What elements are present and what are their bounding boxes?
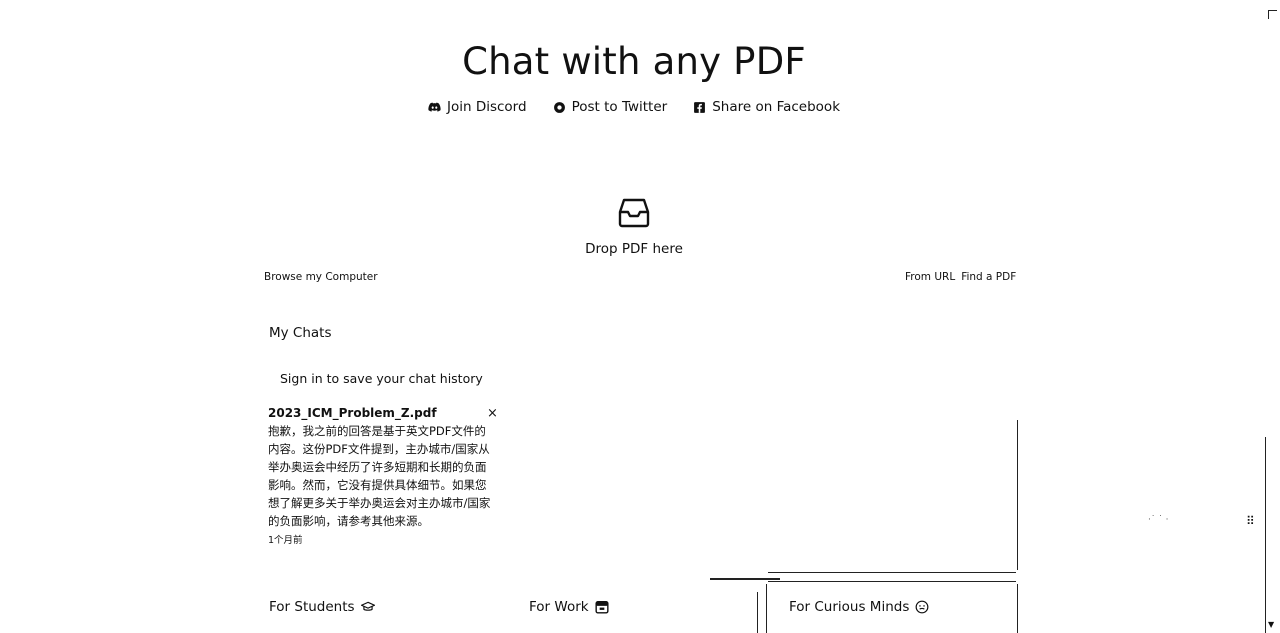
panel-border (766, 584, 767, 633)
chat-timestamp: 1个月前 (268, 535, 303, 546)
find-pdf-link[interactable]: Find a PDF (961, 271, 1016, 283)
category-label: For Work (529, 599, 589, 615)
category-for-work[interactable]: For Work (529, 599, 609, 615)
panel-border (1017, 584, 1018, 633)
category-label: For Students (269, 599, 355, 615)
join-discord-label: Join Discord (446, 99, 527, 115)
post-to-twitter-link[interactable]: Post to Twitter (553, 99, 668, 115)
browse-computer-link[interactable]: Browse my Computer (264, 271, 378, 283)
scroll-down-arrow[interactable]: ▼ (1268, 620, 1274, 629)
pdf-drop-zone[interactable]: Drop PDF here (0, 196, 1268, 257)
divider (710, 578, 780, 580)
url-links: From URL Find a PDF (905, 271, 1016, 283)
twitter-icon (553, 101, 565, 113)
page: Chat with any PDF Join Discord Post to T… (0, 0, 1280, 633)
social-links: Join Discord Post to Twitter Share on Fa… (0, 99, 1268, 115)
panel-border (768, 581, 1016, 582)
faint-marks: ·˙ ˙ · (1148, 515, 1169, 525)
join-discord-link[interactable]: Join Discord (428, 99, 527, 115)
chat-history-item[interactable]: 2023_ICM_Problem_Z.pdf × 抱歉，我之前的回答是基于英文P… (268, 406, 498, 546)
graduation-cap-icon (360, 601, 375, 611)
drag-handle-icon[interactable]: ⠿ (1246, 514, 1255, 528)
panel-border (757, 592, 758, 633)
category-for-curious-minds[interactable]: For Curious Minds (789, 599, 929, 615)
sign-in-link[interactable]: Sign in to save your chat history (280, 371, 483, 386)
post-to-twitter-label: Post to Twitter (571, 99, 668, 115)
my-chats-heading: My Chats (269, 325, 332, 341)
window-corner (1268, 10, 1277, 19)
chat-file-name: 2023_ICM_Problem_Z.pdf (268, 406, 437, 420)
drop-pdf-label: Drop PDF here (585, 241, 683, 257)
category-label: For Curious Minds (789, 599, 910, 615)
from-url-link[interactable]: From URL (905, 271, 955, 283)
side-panel-edge (1265, 437, 1280, 633)
page-title: Chat with any PDF (462, 40, 806, 83)
share-on-facebook-link[interactable]: Share on Facebook (693, 99, 840, 115)
category-for-students[interactable]: For Students (269, 599, 375, 615)
facebook-icon (694, 101, 706, 113)
delete-chat-button[interactable]: × (487, 406, 498, 421)
inbox-icon (618, 198, 650, 228)
briefcase-icon (595, 601, 609, 614)
panel-border (1017, 420, 1018, 570)
panel-border (768, 572, 1016, 573)
share-on-facebook-label: Share on Facebook (712, 99, 841, 115)
discord-icon (428, 102, 441, 112)
chat-preview-text: 抱歉，我之前的回答是基于英文PDF文件的内容。这份PDF文件提到，主办城市/国家… (268, 424, 491, 528)
smiley-icon (915, 600, 929, 614)
